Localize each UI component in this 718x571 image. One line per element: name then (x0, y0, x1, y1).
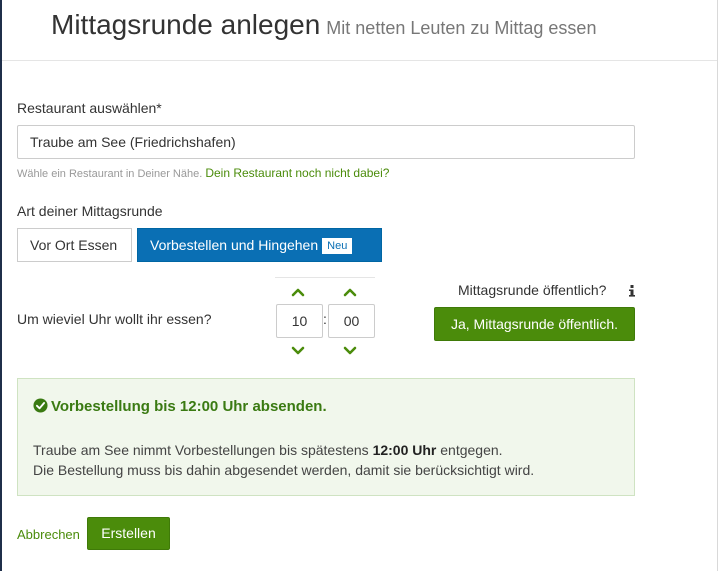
type-label: Art deiner Mittagsrunde (17, 203, 163, 219)
page: Mittagsrunde anlegen Mit netten Leuten zu… (0, 0, 718, 571)
restaurant-missing-link[interactable]: Dein Restaurant noch nicht dabei? (205, 166, 389, 180)
check-circle-icon (33, 398, 48, 413)
restaurant-help: Wähle ein Restaurant in Deiner Nähe. Dei… (17, 166, 389, 180)
alert-line-2: Die Bestellung muss bis dahin abgesendet… (33, 462, 535, 478)
preorder-alert: Vorbestellung bis 12:00 Uhr absenden. Tr… (17, 378, 635, 496)
minute-input[interactable] (328, 304, 375, 338)
restaurant-label: Restaurant auswählen* (17, 100, 162, 116)
page-title: Mittagsrunde anlegen (51, 9, 321, 40)
hour-down-chevron-icon[interactable] (290, 345, 306, 357)
type-preorder-label: Vorbestellen und Hingehen (150, 237, 319, 253)
time-label: Um wieviel Uhr wollt ihr essen? (17, 311, 212, 327)
alert-text: Traube am See nimmt Vorbestellungen bis … (33, 440, 534, 480)
alert-title-text: Vorbestellung bis 12:00 Uhr absenden. (51, 398, 327, 415)
alert-title: Vorbestellung bis 12:00 Uhr absenden. (33, 398, 327, 415)
type-onsite-button[interactable]: Vor Ort Essen (17, 228, 132, 262)
minute-down-chevron-icon[interactable] (342, 345, 358, 357)
new-badge: Neu (322, 238, 353, 254)
page-header: Mittagsrunde anlegen Mit netten Leuten zu… (2, 0, 717, 61)
minute-up-chevron-icon[interactable] (342, 286, 358, 298)
public-label: Mittagsrunde öffentlich? (458, 282, 607, 298)
public-toggle-label: Ja, Mittagsrunde öffentlich. (450, 316, 619, 332)
public-toggle-button[interactable]: Ja, Mittagsrunde öffentlich. (434, 307, 635, 341)
create-button[interactable]: Erstellen (87, 517, 170, 550)
hour-up-chevron-icon[interactable] (290, 286, 306, 298)
hour-input[interactable] (276, 304, 323, 338)
alert-deadline: 12:00 Uhr (372, 442, 437, 458)
alert-line-1-suffix: entgegen. (440, 442, 503, 458)
restaurant-help-text: Wähle ein Restaurant in Deiner Nähe. (17, 168, 203, 180)
type-preorder-button[interactable]: Vorbestellen und Hingehen Neu (137, 228, 382, 262)
page-subtitle: Mit netten Leuten zu Mittag essen (326, 18, 597, 38)
cancel-link[interactable]: Abbrechen (17, 527, 80, 542)
info-icon[interactable] (627, 284, 637, 298)
alert-line-1-prefix: Traube am See nimmt Vorbestellungen bis … (33, 442, 369, 458)
time-separator: : (323, 311, 327, 327)
restaurant-input[interactable] (17, 125, 635, 159)
alert-line-1: Traube am See nimmt Vorbestellungen bis … (33, 440, 534, 460)
time-top-divider (275, 277, 375, 278)
type-onsite-label: Vor Ort Essen (30, 237, 118, 253)
